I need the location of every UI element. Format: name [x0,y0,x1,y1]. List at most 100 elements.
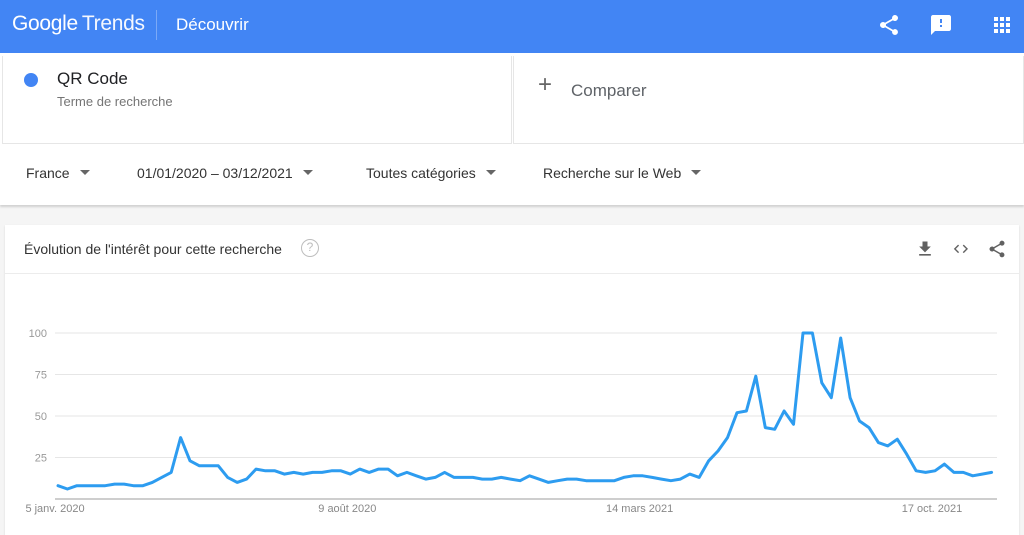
data-point[interactable] [724,434,732,442]
data-point[interactable] [261,467,269,475]
data-point[interactable] [544,478,552,486]
data-point[interactable] [874,439,882,447]
data-point[interactable] [233,478,241,486]
search-type-dropdown[interactable]: Recherche sur le Web [543,165,702,181]
data-point[interactable] [318,468,326,476]
data-point[interactable] [101,482,109,490]
data-point[interactable] [469,473,477,481]
feedback-icon[interactable] [929,13,953,37]
data-point[interactable] [893,435,901,443]
data-point[interactable] [658,475,666,483]
data-point[interactable] [346,470,354,478]
search-term-name[interactable]: QR Code [57,69,128,89]
data-point[interactable] [271,467,279,475]
data-point[interactable] [601,477,609,485]
data-point[interactable] [790,420,798,428]
apps-grid-icon[interactable] [990,13,1014,37]
data-point[interactable] [780,407,788,415]
search-term-card[interactable]: QR Code Terme de recherche [2,56,512,144]
data-point[interactable] [856,417,864,425]
data-point[interactable] [365,468,373,476]
data-point[interactable] [92,482,100,490]
category-dropdown[interactable]: Toutes catégories [366,165,496,181]
data-point[interactable] [648,473,656,481]
data-point[interactable] [733,409,741,417]
data-point[interactable] [224,473,232,481]
data-point[interactable] [129,482,137,490]
data-point[interactable] [82,482,90,490]
data-point[interactable] [450,473,458,481]
data-point[interactable] [375,465,383,473]
data-point[interactable] [705,457,713,465]
data-point[interactable] [969,472,977,480]
data-point[interactable] [356,465,364,473]
data-point[interactable] [186,457,194,465]
google-trends-logo[interactable]: Google Trends [12,12,145,36]
data-point[interactable] [582,477,590,485]
data-point[interactable] [252,465,260,473]
data-point[interactable] [629,472,637,480]
data-point[interactable] [912,467,920,475]
region-dropdown[interactable]: France [26,165,90,181]
data-point[interactable] [686,470,694,478]
data-point[interactable] [459,473,467,481]
data-point[interactable] [592,477,600,485]
data-point[interactable] [327,467,335,475]
data-point[interactable] [243,475,251,483]
data-point[interactable] [959,468,967,476]
data-point[interactable] [412,472,420,480]
data-point[interactable] [205,462,213,470]
data-point[interactable] [818,379,826,387]
data-point[interactable] [940,460,948,468]
data-point[interactable] [884,442,892,450]
data-point[interactable] [837,334,845,342]
data-point[interactable] [54,482,62,490]
data-point[interactable] [752,372,760,380]
page-title[interactable]: Découvrir [176,15,249,35]
data-point[interactable] [742,407,750,415]
data-point[interactable] [761,424,769,432]
data-point[interactable] [827,394,835,402]
data-point[interactable] [535,475,543,483]
data-point[interactable] [309,468,317,476]
data-point[interactable] [431,473,439,481]
data-point[interactable] [950,468,958,476]
data-point[interactable] [63,485,71,493]
data-point[interactable] [441,468,449,476]
data-point[interactable] [290,468,298,476]
data-point[interactable] [393,472,401,480]
data-point[interactable] [695,473,703,481]
data-point[interactable] [497,473,505,481]
data-point[interactable] [120,480,128,488]
data-point[interactable] [771,425,779,433]
data-point[interactable] [299,470,307,478]
data-point[interactable] [620,473,628,481]
data-point[interactable] [931,467,939,475]
data-point[interactable] [158,473,166,481]
share-icon[interactable] [877,13,901,37]
data-point[interactable] [73,482,81,490]
data-point[interactable] [922,468,930,476]
data-point[interactable] [195,462,203,470]
data-point[interactable] [488,475,496,483]
data-point[interactable] [676,475,684,483]
data-point[interactable] [639,472,647,480]
data-point[interactable] [148,478,156,486]
data-point[interactable] [139,482,147,490]
data-point[interactable] [507,475,515,483]
share-icon[interactable] [987,239,1007,259]
data-point[interactable] [478,475,486,483]
data-point[interactable] [384,465,392,473]
data-point[interactable] [167,468,175,476]
data-point[interactable] [280,470,288,478]
data-point[interactable] [610,477,618,485]
data-point[interactable] [846,394,854,402]
data-point[interactable] [808,329,816,337]
data-point[interactable] [516,477,524,485]
data-point[interactable] [573,475,581,483]
data-point[interactable] [526,472,534,480]
help-icon[interactable]: ? [301,239,319,257]
date-range-dropdown[interactable]: 01/01/2020 – 03/12/2021 [137,165,313,181]
data-point[interactable] [978,470,986,478]
data-point[interactable] [337,467,345,475]
